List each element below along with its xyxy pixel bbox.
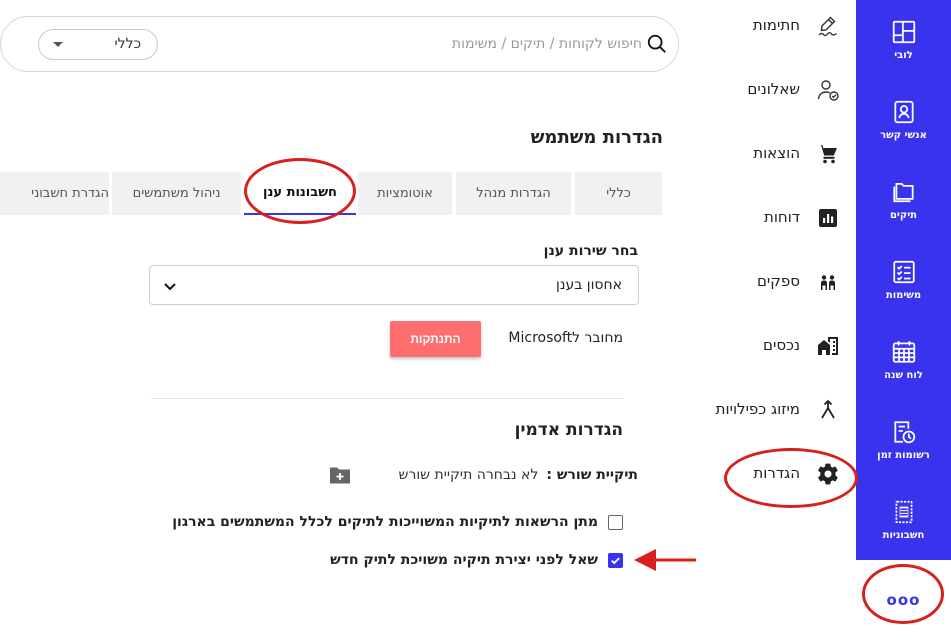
menu-item-suppliers[interactable]: ספקים [696,257,856,307]
menu-item-label: הגדרות [753,464,800,482]
folder-permissions-label: מתן הרשאות לתיקיות המשוייכות לתיקים לכלל… [172,514,598,530]
folder-add-icon[interactable] [329,465,351,485]
tab-general[interactable]: כללי [575,172,662,215]
menu-item-reports[interactable]: דוחות [696,193,856,243]
more-dots-icon: ooo [886,591,921,609]
folder-permissions-checkbox-row[interactable]: מתן הרשאות לתיקיות המשוייכות לתיקים לכלל… [172,512,623,532]
tab-user-management[interactable]: ניהול משתמשים [112,172,241,215]
rail-item-label: אנשי קשר [880,130,927,141]
search-scope-select[interactable]: כללי [38,29,158,60]
gear-icon [816,462,840,486]
rail-item-label: תיקים [889,210,918,221]
menu-item-properties[interactable]: נכסים [696,321,856,371]
checkmark-icon [611,556,620,564]
rail-item-lobby[interactable]: לובי [856,0,951,80]
main-content: כללי הגדרות משתמש כללי הגדרות מנהל אוטומ… [0,0,696,640]
menu-item-settings[interactable]: הגדרות [696,449,856,499]
cloud-service-value: אחסון בענן [556,277,622,293]
menu-item-label: מיזוג כפילויות [715,400,800,418]
tab-automations[interactable]: אוטומציות [358,172,452,215]
rail-item-tasks[interactable]: משימות [856,240,951,320]
disconnect-button[interactable]: התנתקות [390,321,481,357]
merge-arrows-icon [816,398,840,422]
rail-item-label: לוח שנה [884,370,923,381]
chevron-down-icon [164,283,176,291]
menu-item-signatures[interactable]: חתימות [696,1,856,51]
rail-item-invoices[interactable]: חשבוניות [856,480,951,560]
rail-item-label: חשבוניות [882,530,925,541]
rail-item-time-records[interactable]: רשומות זמן [856,400,951,480]
rail-item-label: רשומות זמן [877,450,930,461]
questionnaire-user-icon [816,78,840,102]
more-menu-button[interactable]: ooo [856,560,951,640]
task-list-icon [892,260,915,284]
tab-admin-settings[interactable]: הגדרות מנהל [456,172,571,215]
property-building-icon [816,334,840,358]
menu-item-expenses[interactable]: הוצאות [696,129,856,179]
root-folder-value: לא נבחרה תיקיית שורש [398,467,539,483]
cart-icon [816,142,840,166]
invoice-icon [895,500,912,524]
tab-cloud-accounts[interactable]: חשבונות ענן [244,172,356,215]
suppliers-people-icon [816,270,840,294]
menu-item-label: ספקים [756,272,800,290]
search-scope-value: כללי [114,36,141,52]
menu-item-label: דוחות [763,208,800,226]
menu-item-label: שאלונים [747,80,800,98]
time-records-icon [893,421,915,444]
tab-account-settings-label: הגדרת חשבוני [31,186,109,201]
menu-item-questionnaires[interactable]: שאלונים [696,65,856,115]
menu-item-label: חתימות [752,16,800,34]
root-folder-row: תיקיית שורש : לא נבחרה תיקיית שורש [399,464,638,486]
secondary-menu: חתימות שאלונים הוצאות דוחות ספקים נכסים … [696,0,856,640]
connected-status-text: מחובר לMicrosoft [508,330,623,346]
menu-item-label: הוצאות [753,144,800,162]
admin-section-title: הגדרות אדמין [514,420,623,440]
ask-before-create-checkbox[interactable] [608,552,623,568]
rail-item-label: משימות [885,290,922,301]
menu-item-label: נכסים [763,336,800,354]
calendar-icon [892,341,915,363]
rail-item-calendar[interactable]: לוח שנה [856,320,951,400]
menu-item-merge-duplicates[interactable]: מיזוג כפילויות [696,385,856,435]
ask-before-create-checkbox-row[interactable]: שאל לפני יצירת תיקיה משויכת לתיק חדש [330,550,623,570]
search-icon[interactable] [646,33,668,55]
tab-account-settings[interactable]: הגדרת חשבוני [0,172,109,215]
reports-chart-icon [816,206,840,230]
caret-down-icon [53,42,63,47]
cloud-service-select[interactable]: אחסון בענן [149,265,639,305]
section-divider [151,398,624,399]
root-folder-label: תיקיית שורש : [546,467,638,483]
settings-tabs: כללי הגדרות מנהל אוטומציות חשבונות ענן נ… [0,172,662,216]
rail-item-cases[interactable]: תיקים [856,160,951,240]
main-nav-rail: לובי אנשי קשר תיקים משימות לוח שנה רשומו… [856,0,951,640]
contact-card-icon [893,100,914,124]
rail-item-label: לובי [894,50,913,61]
folders-icon [892,183,914,203]
search-input[interactable] [250,30,642,58]
signature-icon [816,14,840,38]
cloud-service-label: בחר שירות ענן [543,243,638,259]
ask-before-create-label: שאל לפני יצירת תיקיה משויכת לתיק חדש [330,552,598,568]
folder-permissions-checkbox[interactable] [608,514,623,530]
rail-item-contacts[interactable]: אנשי קשר [856,80,951,160]
lobby-grid-icon [892,20,915,44]
page-title: הגדרות משתמש [530,127,663,148]
